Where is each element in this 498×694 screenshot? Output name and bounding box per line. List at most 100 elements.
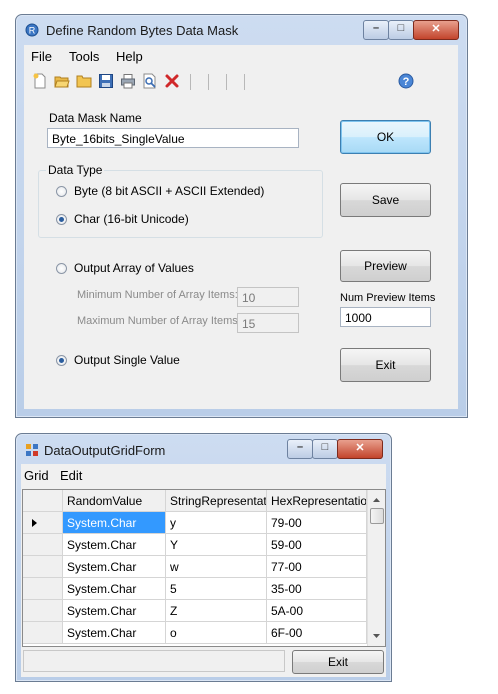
svg-text:?: ?	[403, 76, 410, 88]
toolbar-separator	[208, 74, 209, 90]
grid-cell[interactable]: o	[166, 622, 267, 644]
mask-window-title: Define Random Bytes Data Mask	[46, 23, 239, 38]
grid-cell[interactable]: 5A-00	[267, 600, 367, 622]
help-icon[interactable]: ?	[398, 73, 414, 89]
grid-cell[interactable]: y	[166, 512, 267, 534]
grid-status-panel	[23, 650, 285, 672]
current-row-arrow-icon	[32, 519, 37, 527]
output-single-radio[interactable]	[56, 355, 67, 366]
preview-button[interactable]: Preview	[340, 250, 431, 282]
char-radio[interactable]	[56, 214, 67, 225]
grid-window-title: DataOutputGridForm	[44, 443, 166, 458]
row-header[interactable]	[23, 622, 63, 644]
grid-cell[interactable]: System.Char	[63, 600, 166, 622]
save-button[interactable]: Save	[340, 183, 431, 217]
mask-window-titlebar[interactable]: R Define Random Bytes Data Mask – □ ✕	[16, 15, 467, 45]
close-icon: ✕	[431, 23, 441, 35]
maximize-button[interactable]: □	[388, 20, 414, 40]
close-button[interactable]: ✕	[413, 20, 459, 40]
maximize-icon: □	[397, 22, 405, 34]
output-single-label[interactable]: Output Single Value	[74, 353, 180, 367]
menu-edit[interactable]: Edit	[60, 468, 82, 483]
min-items-label: Minimum Number of Array Items:	[77, 289, 238, 301]
menu-tools[interactable]: Tools	[69, 49, 99, 64]
print-icon[interactable]	[120, 73, 136, 89]
grid-cell[interactable]: 6F-00	[267, 622, 367, 644]
grid-cell[interactable]: System.Char	[63, 622, 166, 644]
grid-corner-header	[23, 490, 63, 512]
column-header-hexrepresentation[interactable]: HexRepresentation	[267, 490, 367, 512]
data-type-groupbox	[38, 170, 323, 238]
grid-cell[interactable]: System.Char	[63, 556, 166, 578]
grid-cell[interactable]: 77-00	[267, 556, 367, 578]
grid-window-client: Grid Edit RandomValue StringRepresentati…	[21, 464, 386, 677]
scroll-up-icon[interactable]	[368, 492, 385, 509]
grid-window-titlebar[interactable]: DataOutputGridForm – □ ✕	[16, 434, 391, 464]
grid-cell[interactable]: 5	[166, 578, 267, 600]
mask-window-client: File Tools Help ? Data Mask Name Byte_16…	[24, 45, 458, 409]
row-header[interactable]	[23, 600, 63, 622]
num-preview-label: Num Preview Items	[340, 292, 436, 304]
row-header[interactable]	[23, 556, 63, 578]
folder-icon[interactable]	[76, 73, 92, 89]
toolbar-separator	[244, 74, 245, 90]
grid-cell[interactable]: 59-00	[267, 534, 367, 556]
data-grid[interactable]: RandomValue StringRepresentatic HexRepre…	[22, 489, 386, 647]
byte-radio[interactable]	[56, 186, 67, 197]
minimize-button[interactable]: –	[363, 20, 389, 40]
grid-cell[interactable]: 79-00	[267, 512, 367, 534]
grid-menubar: Grid Edit	[21, 464, 386, 486]
row-header[interactable]	[23, 512, 63, 534]
ok-button[interactable]: OK	[340, 120, 431, 154]
menu-help[interactable]: Help	[116, 49, 143, 64]
output-array-label[interactable]: Output Array of Values	[74, 261, 194, 275]
app-icon: R	[25, 23, 39, 37]
save-icon[interactable]	[98, 73, 114, 89]
svg-text:R: R	[29, 26, 36, 36]
grid-close-button[interactable]: ✕	[337, 439, 383, 459]
grid-cell[interactable]: w	[166, 556, 267, 578]
grid-cell[interactable]: Z	[166, 600, 267, 622]
grid-maximize-button[interactable]: □	[312, 439, 338, 459]
grid-cell[interactable]: System.Char	[63, 534, 166, 556]
column-header-randomvalue[interactable]: RandomValue	[63, 490, 166, 512]
scrollbar-thumb[interactable]	[370, 508, 384, 524]
new-icon[interactable]	[32, 73, 48, 89]
minimize-icon: –	[372, 22, 380, 34]
grid-cell[interactable]: Y	[166, 534, 267, 556]
mask-menubar: File Tools Help	[24, 45, 458, 67]
open-folder-icon[interactable]	[54, 73, 70, 89]
mask-name-input[interactable]: Byte_16bits_SingleValue	[47, 128, 299, 148]
output-array-radio[interactable]	[56, 263, 67, 274]
grid-cell[interactable]: System.Char	[63, 578, 166, 600]
column-header-stringrepresentation[interactable]: StringRepresentatic	[166, 490, 267, 512]
exit-button[interactable]: Exit	[340, 348, 431, 382]
max-items-input[interactable]: 15	[237, 313, 299, 333]
row-header[interactable]	[23, 534, 63, 556]
mask-window: R Define Random Bytes Data Mask – □ ✕ Fi…	[15, 14, 468, 418]
grid-exit-button[interactable]: Exit	[292, 650, 384, 674]
toolbar-separator	[226, 74, 227, 90]
num-preview-input[interactable]: 1000	[340, 307, 431, 327]
data-type-label: Data Type	[46, 163, 105, 177]
delete-icon[interactable]	[164, 73, 180, 89]
menu-file[interactable]: File	[31, 49, 52, 64]
char-radio-label[interactable]: Char (16-bit Unicode)	[74, 212, 189, 226]
row-header[interactable]	[23, 578, 63, 600]
grid-minimize-button[interactable]: –	[287, 439, 313, 459]
scroll-down-icon[interactable]	[368, 627, 385, 644]
maximize-icon: □	[321, 441, 329, 453]
print-preview-icon[interactable]	[142, 73, 158, 89]
close-icon: ✕	[355, 442, 365, 454]
menu-grid[interactable]: Grid	[24, 468, 49, 483]
minimize-icon: –	[296, 441, 304, 453]
grid-cell[interactable]: System.Char	[63, 512, 166, 534]
grid-window: DataOutputGridForm – □ ✕ Grid Edit Rando…	[15, 433, 392, 682]
toolbar-separator	[190, 74, 191, 90]
mask-name-label: Data Mask Name	[49, 111, 142, 125]
grid-cell[interactable]: 35-00	[267, 578, 367, 600]
grid-vertical-scrollbar[interactable]	[367, 490, 385, 646]
min-items-input[interactable]: 10	[237, 287, 299, 307]
form-icon	[26, 444, 38, 456]
byte-radio-label[interactable]: Byte (8 bit ASCII + ASCII Extended)	[74, 184, 264, 198]
